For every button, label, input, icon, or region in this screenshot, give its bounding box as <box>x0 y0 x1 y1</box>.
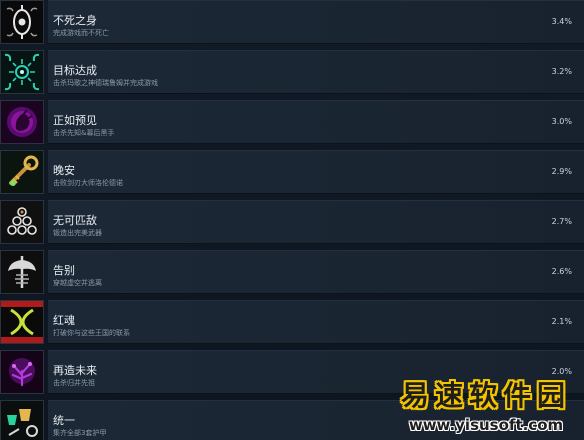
achievement-title: 正如预见 <box>53 114 97 127</box>
achievement-desc: 击杀玛歌之神德瑞鲁姆并完成游戏 <box>53 79 158 87</box>
achievement-desc: 集齐全部3套护甲 <box>53 429 107 437</box>
achievement-bar <box>48 100 584 144</box>
white-eye-rune-icon <box>0 0 44 44</box>
achievement-title: 目标达成 <box>53 64 97 77</box>
crossed-serpents-icon <box>0 300 44 344</box>
skeleton-axe-icon <box>0 250 44 294</box>
achievement-title: 不死之身 <box>53 14 97 27</box>
cyan-gear-sigil-icon <box>0 50 44 94</box>
achievement-row[interactable]: 不死之身 完成游戏而不死亡 3.4% <box>0 0 584 50</box>
achievement-percent: 3.4% <box>551 17 572 26</box>
achievement-desc: 击败剑刃大师洛伦德诺 <box>53 179 123 187</box>
achievement-row[interactable]: 目标达成 击杀玛歌之神德瑞鲁姆并完成游戏 3.2% <box>0 50 584 100</box>
achievement-row[interactable]: 红魂 打破你与这些王国的联系 2.1% <box>0 300 584 350</box>
armor-set-icon <box>0 400 44 440</box>
achievement-percent: 3.0% <box>551 117 572 126</box>
achievement-title: 无可匹敌 <box>53 214 97 227</box>
achievement-title: 统一 <box>53 414 75 427</box>
achievement-title: 再造未来 <box>53 364 97 377</box>
achievement-bar <box>48 150 584 194</box>
achievement-desc: 击杀先知&幕后黑手 <box>53 129 115 137</box>
achievement-list: 不死之身 完成游戏而不死亡 3.4% 目标达成 击杀玛歌之神德瑞鲁姆并完成游戏 … <box>0 0 584 440</box>
achievement-bar <box>48 250 584 294</box>
achievement-row[interactable]: 晚安 击败剑刃大师洛伦德诺 2.9% <box>0 150 584 200</box>
achievement-percent: 2.9% <box>551 167 572 176</box>
achievement-bar <box>48 200 584 244</box>
achievement-percent: 2.1% <box>551 317 572 326</box>
achievement-desc: 完成游戏而不死亡 <box>53 29 109 37</box>
achievement-title: 红魂 <box>53 314 75 327</box>
site-watermark: 易速软件园 www.yisusoft.com <box>396 374 576 434</box>
achievement-row[interactable]: 无可匹敌 锻造出完美武器 2.7% <box>0 200 584 250</box>
golden-key-icon <box>0 150 44 194</box>
achievement-percent: 3.2% <box>551 67 572 76</box>
achievement-desc: 击杀归井先祖 <box>53 379 95 387</box>
achievement-title: 告别 <box>53 264 75 277</box>
achievement-percent: 2.7% <box>551 217 572 226</box>
achievement-desc: 穿越虚空并逃离 <box>53 279 102 287</box>
achievement-desc: 打破你与这些王国的联系 <box>53 329 130 337</box>
purple-tree-icon <box>0 350 44 394</box>
achievement-title: 晚安 <box>53 164 75 177</box>
achievement-bar <box>48 0 584 44</box>
orb-pyramid-icon <box>0 200 44 244</box>
watermark-chinese-text: 易速软件园 <box>400 379 571 412</box>
achievement-row[interactable]: 正如预见 击杀先知&幕后黑手 3.0% <box>0 100 584 150</box>
achievement-row[interactable]: 告别 穿越虚空并逃离 2.6% <box>0 250 584 300</box>
watermark-url: www.yisusoft.com <box>408 416 564 434</box>
achievement-percent: 2.6% <box>551 267 572 276</box>
magenta-hand-icon <box>0 100 44 144</box>
achievement-desc: 锻造出完美武器 <box>53 229 102 237</box>
